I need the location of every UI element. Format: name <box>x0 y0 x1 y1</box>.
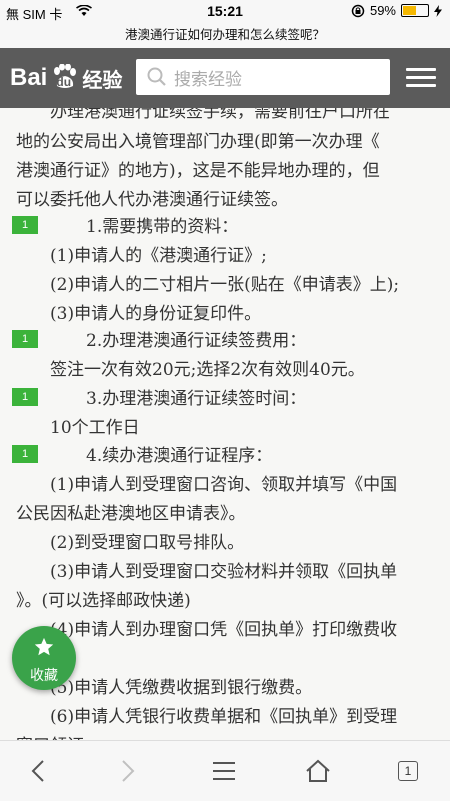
step-line: 公民因私赴港澳地区申请表》。 <box>16 504 246 524</box>
logo-text-bai: Bai <box>10 64 48 91</box>
intro-line: 办理港澳通行证续签手续，需要前往户口所在 <box>50 108 390 122</box>
tabs-button[interactable]: 1 <box>390 753 426 789</box>
step-badge: 1 <box>12 445 38 463</box>
intro-line: 港澳通行证》的地方)，这是不能异地办理的，但 <box>16 161 380 181</box>
logo-text-jingyan: 经验 <box>82 69 123 92</box>
step-line: (5)申请人凭缴费收据到银行缴费。 <box>50 678 313 698</box>
step-line: (3)申请人到受理窗口交验材料并领取《回执单 <box>50 562 398 582</box>
step-heading: 1.需要携带的资料： <box>86 217 239 237</box>
intro-line: 地的公安局出入境管理部门办理(即第一次办理《 <box>16 132 380 152</box>
paw-icon: du <box>48 64 78 92</box>
rotation-lock-icon <box>351 4 365 17</box>
collect-label: 收藏 <box>30 667 58 683</box>
step-heading: 4.续办港澳通行证程序： <box>86 446 273 466</box>
step-line: (1)申请人的《港澳通行证》; <box>50 246 267 266</box>
search-input[interactable]: 搜索经验 <box>136 59 390 95</box>
forward-icon <box>122 760 135 782</box>
forward-button[interactable] <box>110 753 146 789</box>
step-badge: 1 <box>12 330 38 348</box>
star-icon <box>34 637 54 656</box>
status-bar: 無 SIM 卡 15:21 59% <box>0 0 450 24</box>
step-line: (1)申请人到受理窗口咨询、领取并填写《中国 <box>50 475 398 495</box>
step-line: (2)申请人的二寸相片一张(贴在《申请表》上); <box>50 275 400 295</box>
home-icon <box>306 759 330 782</box>
logo-text-du: du <box>56 75 72 89</box>
menu-button[interactable] <box>206 753 242 789</box>
step-line: (6)申请人凭银行收费单据和《回执单》到受理 <box>50 707 398 727</box>
step-heading: 2.办理港澳通行证续签费用： <box>86 331 307 351</box>
back-icon <box>31 760 44 782</box>
step-line: 签注一次有效20元;选择2次有效则40元。 <box>50 360 365 380</box>
collect-button[interactable]: 收藏 <box>12 626 76 690</box>
back-button[interactable] <box>20 753 56 789</box>
step-line: (2)到受理窗口取号排队。 <box>50 533 245 553</box>
search-icon <box>147 67 166 86</box>
step-line: (4)申请人到办理窗口凭《回执单》打印缴费收 <box>50 620 398 640</box>
menu-icon[interactable] <box>406 68 436 90</box>
step-line: (3)申请人的身份证复印件。 <box>50 304 262 324</box>
step-badge: 1 <box>12 216 38 234</box>
step-line: 窗口领证。 <box>16 731 101 740</box>
tab-count: 1 <box>398 761 418 781</box>
search-placeholder: 搜索经验 <box>174 69 242 89</box>
header: Bai du 经验 搜索经验 <box>0 48 450 108</box>
baidu-jingyan-logo[interactable]: Bai du 经验 <box>10 62 122 94</box>
page-title: 港澳通行证如何办理和怎么续签呢？ <box>0 24 450 48</box>
step-heading: 3.办理港澳通行证续签时间： <box>86 389 307 409</box>
list-menu-icon <box>213 762 235 780</box>
battery-percent: 59% <box>369 3 396 18</box>
browser-toolbar: 1 <box>0 740 450 801</box>
battery-icon <box>401 4 429 17</box>
step-line: 》。(可以选择邮政快递) <box>16 591 191 611</box>
step-badge: 1 <box>12 388 38 406</box>
step-line: 10个工作日 <box>50 418 140 438</box>
charging-icon <box>434 4 442 17</box>
home-button[interactable] <box>300 753 336 789</box>
intro-line: 可以委托他人代办港澳通行证续签。 <box>16 190 288 210</box>
